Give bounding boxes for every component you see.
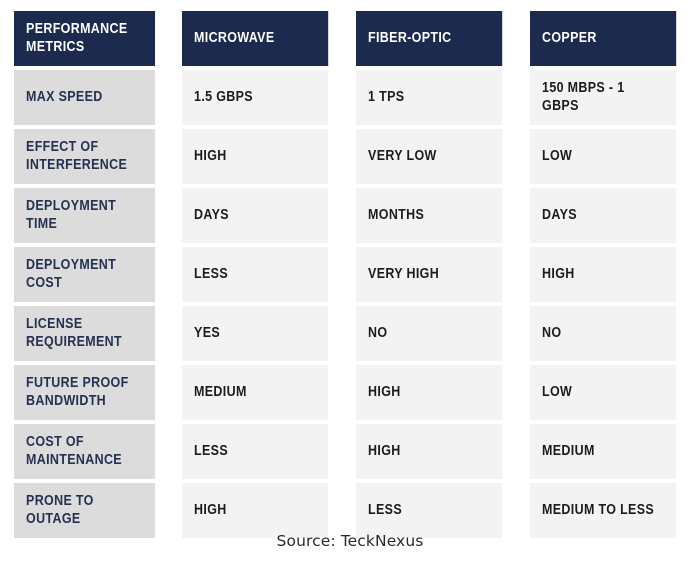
- table-row: DEPLOYMENT COST LESS VERY HIGH HIGH: [14, 247, 700, 302]
- column-header-fiber-optic: FIBER-OPTIC: [356, 11, 503, 66]
- cell-copper: DAYS: [530, 188, 677, 243]
- cell-microwave: HIGH: [182, 483, 329, 538]
- column-header-performance-metrics-line1: PERFORMANCE: [26, 20, 128, 37]
- row-metric-label-line2: INTERFERENCE: [26, 156, 128, 173]
- column-header-performance-metrics: PERFORMANCE METRICS: [14, 11, 156, 66]
- column-header-fiber-optic-label: FIBER-OPTIC: [368, 29, 452, 46]
- row-metric-label-line1: PRONE TO OUTAGE: [26, 492, 94, 527]
- cell-microwave: DAYS: [182, 188, 329, 243]
- cell-fiber-optic: NO: [356, 306, 503, 361]
- cell-microwave: 1.5 GBPS: [182, 70, 329, 125]
- row-metric-label-line1: LICENSE REQUIREMENT: [26, 315, 122, 350]
- row-metric-label: EFFECT OF INTERFERENCE: [14, 129, 156, 184]
- table-header-row: PERFORMANCE METRICS MICROWAVE FIBER-OPTI…: [14, 11, 700, 66]
- cell-microwave: LESS: [182, 247, 329, 302]
- column-header-copper: COPPER: [530, 11, 677, 66]
- cell-microwave: YES: [182, 306, 329, 361]
- cell-fiber-optic: LESS: [356, 483, 503, 538]
- cell-microwave: HIGH: [182, 129, 329, 184]
- cell-fiber-optic: HIGH: [356, 424, 503, 479]
- comparison-table-page: PERFORMANCE METRICS MICROWAVE FIBER-OPTI…: [0, 0, 700, 562]
- row-metric-label: DEPLOYMENT TIME: [14, 188, 156, 243]
- row-metric-label: LICENSE REQUIREMENT: [14, 306, 156, 361]
- row-metric-label: MAX SPEED: [14, 70, 156, 125]
- row-metric-label: COST OF MAINTENANCE: [14, 424, 156, 479]
- table-row: DEPLOYMENT TIME DAYS MONTHS DAYS: [14, 188, 700, 243]
- cell-microwave: LESS: [182, 424, 329, 479]
- table-row: EFFECT OF INTERFERENCE HIGH VERY LOW LOW: [14, 129, 700, 184]
- cell-microwave: MEDIUM: [182, 365, 329, 420]
- row-metric-label-line1: DEPLOYMENT COST: [26, 256, 117, 291]
- row-metric-label: PRONE TO OUTAGE: [14, 483, 156, 538]
- cell-copper: MEDIUM: [530, 424, 677, 479]
- column-header-microwave: MICROWAVE: [182, 11, 329, 66]
- column-header-performance-metrics-line2: METRICS: [26, 38, 85, 55]
- table-body: MAX SPEED 1.5 GBPS 1 TPS 150 MBPS - 1 GB…: [14, 70, 700, 538]
- cell-copper: LOW: [530, 129, 677, 184]
- row-metric-label: DEPLOYMENT COST: [14, 247, 156, 302]
- cell-fiber-optic: VERY HIGH: [356, 247, 503, 302]
- row-metric-label-line2: BANDWIDTH: [26, 392, 107, 409]
- table-row: LICENSE REQUIREMENT YES NO NO: [14, 306, 700, 361]
- column-header-microwave-label: MICROWAVE: [194, 29, 275, 46]
- source-caption: Source: TeckNexus: [276, 532, 424, 550]
- row-metric-label-line1: FUTURE PROOF: [26, 374, 129, 391]
- table-row: PRONE TO OUTAGE HIGH LESS MEDIUM TO LESS: [14, 483, 700, 538]
- cell-copper: HIGH: [530, 247, 677, 302]
- cell-copper: MEDIUM TO LESS: [530, 483, 677, 538]
- table-row: COST OF MAINTENANCE LESS HIGH MEDIUM: [14, 424, 700, 479]
- cell-fiber-optic: MONTHS: [356, 188, 503, 243]
- column-header-copper-label: COPPER: [542, 29, 597, 46]
- cell-copper: NO: [530, 306, 677, 361]
- table-row: FUTURE PROOF BANDWIDTH MEDIUM HIGH LOW: [14, 365, 700, 420]
- cell-copper: 150 MBPS - 1 GBPS: [530, 70, 677, 125]
- cell-fiber-optic: VERY LOW: [356, 129, 503, 184]
- table-row: MAX SPEED 1.5 GBPS 1 TPS 150 MBPS - 1 GB…: [14, 70, 700, 125]
- table-header: PERFORMANCE METRICS MICROWAVE FIBER-OPTI…: [14, 11, 700, 66]
- row-metric-label: FUTURE PROOF BANDWIDTH: [14, 365, 156, 420]
- technology-comparison-table: PERFORMANCE METRICS MICROWAVE FIBER-OPTI…: [10, 7, 700, 542]
- cell-fiber-optic: HIGH: [356, 365, 503, 420]
- row-metric-label-line1: EFFECT OF: [26, 138, 99, 155]
- cell-fiber-optic: 1 TPS: [356, 70, 503, 125]
- row-metric-label-line1: MAX SPEED: [26, 88, 103, 105]
- row-metric-label-line1: COST OF MAINTENANCE: [26, 433, 122, 468]
- row-metric-label-line1: DEPLOYMENT TIME: [26, 197, 117, 232]
- cell-copper: LOW: [530, 365, 677, 420]
